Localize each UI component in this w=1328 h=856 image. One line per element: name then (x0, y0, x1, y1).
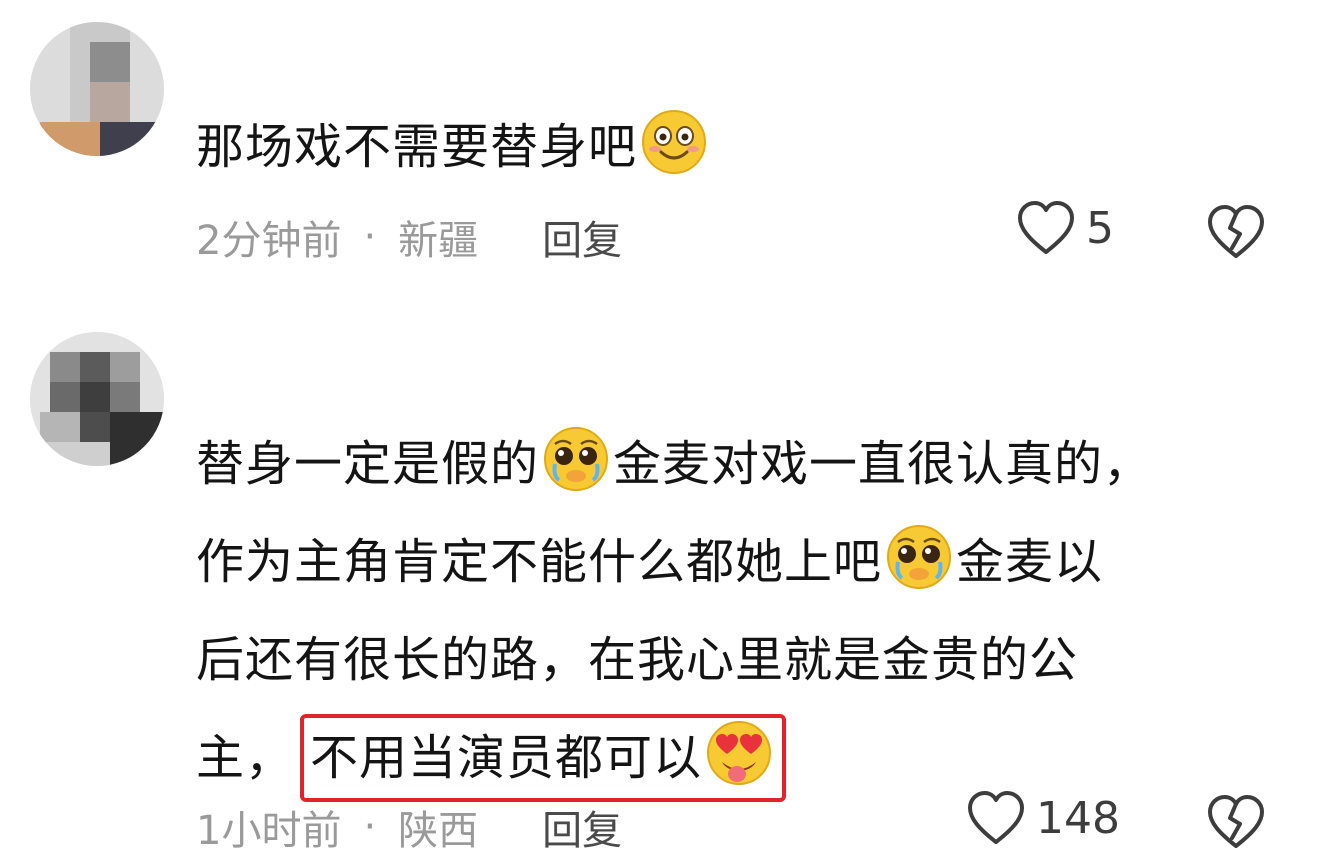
avatar[interactable] (30, 332, 164, 466)
meta-separator: · (363, 804, 377, 850)
reply-button[interactable]: 回复 (542, 208, 622, 266)
broken-heart-icon[interactable] (1206, 204, 1266, 260)
avatar[interactable] (30, 22, 164, 156)
comment-text-segment: 后还有很长的路，在我心里就是金贵的公 (196, 632, 1079, 688)
reply-button[interactable]: 回复 (542, 798, 622, 856)
comment-item-2: 替身一定是假的 金麦对戏一直很认真的， 作为主角肯定不能什么都她上吧 金麦以 后… (0, 310, 1328, 854)
heart-eyes-tongue-emoji-icon (707, 721, 772, 785)
like-count: 5 (1086, 202, 1114, 254)
comment-text-segment: 金麦以 (956, 534, 1104, 590)
highlight-box: 不用当演员都可以 (300, 714, 787, 802)
comment-text-segment: 金麦对戏一直很认真的， (613, 436, 1153, 492)
comment-text-segment: 作为主角肯定不能什么都她上吧 (196, 534, 883, 590)
comment-text-segment: 主， (196, 730, 295, 786)
comment-item-1: 那场戏不需要替身吧 2分钟前 · 新疆 回复 5 (0, 0, 1328, 300)
like-button[interactable]: 5 (1016, 200, 1114, 256)
broken-heart-icon[interactable] (1206, 794, 1266, 850)
pleading-face-emoji-icon (887, 525, 952, 589)
comment-meta: 1小时前 · 陕西 回复 (196, 798, 622, 856)
comment-time: 2分钟前 (196, 218, 342, 264)
like-button[interactable]: 148 (966, 790, 1120, 846)
meta-separator: · (363, 214, 377, 260)
heart-outline-icon (968, 791, 1024, 844)
heart-outline-icon (1018, 201, 1074, 254)
comment-meta: 2分钟前 · 新疆 回复 (196, 208, 622, 266)
comment-text-segment: 替身一定是假的 (196, 436, 540, 492)
pleading-face-emoji-icon (544, 427, 609, 491)
comment-text-line: 那场戏不需要替身吧 (196, 119, 638, 175)
comment-location: 陕西 (398, 808, 479, 854)
smiling-face-emoji-icon (642, 110, 707, 174)
comment-text: 替身一定是假的 金麦对戏一直很认真的， 作为主角肯定不能什么都她上吧 金麦以 后… (196, 415, 1152, 807)
highlighted-text: 不用当演员都可以 (310, 730, 703, 786)
comment-location: 新疆 (398, 218, 479, 264)
like-count: 148 (1036, 792, 1120, 844)
comment-text: 那场戏不需要替身吧 (196, 98, 711, 196)
comment-time: 1小时前 (196, 808, 342, 854)
